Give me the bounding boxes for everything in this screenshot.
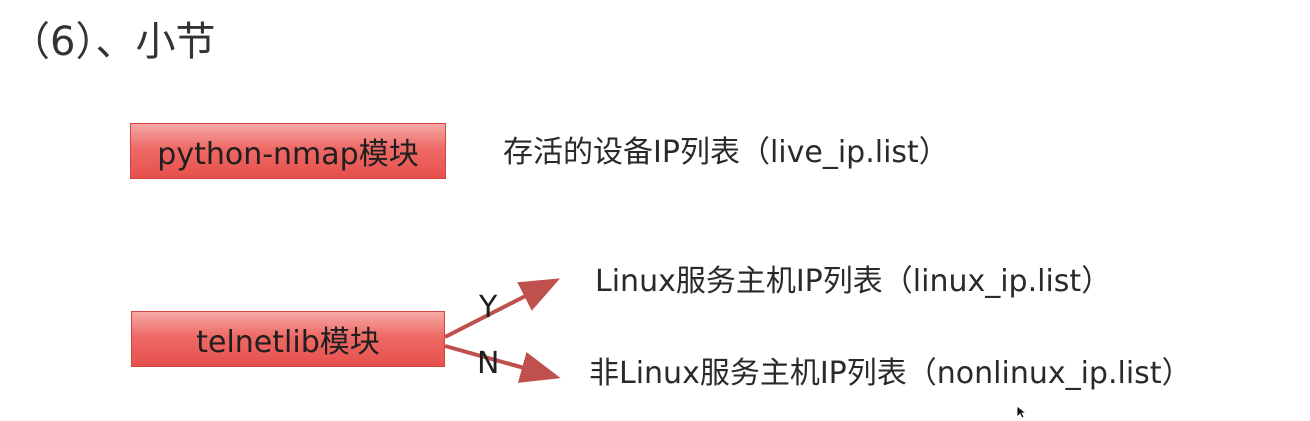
- yes-branch-label: Y: [479, 290, 498, 325]
- linux-ip-list-text: Linux服务主机IP列表（linux_ip.list）: [595, 264, 1112, 299]
- yes-branch-arrow: [444, 278, 561, 339]
- mouse-pointer-icon: [1016, 405, 1028, 419]
- no-branch-label: N: [477, 346, 500, 381]
- nonlinux-ip-list-text: 非Linux服务主机IP列表（nonlinux_ip.list）: [589, 356, 1192, 391]
